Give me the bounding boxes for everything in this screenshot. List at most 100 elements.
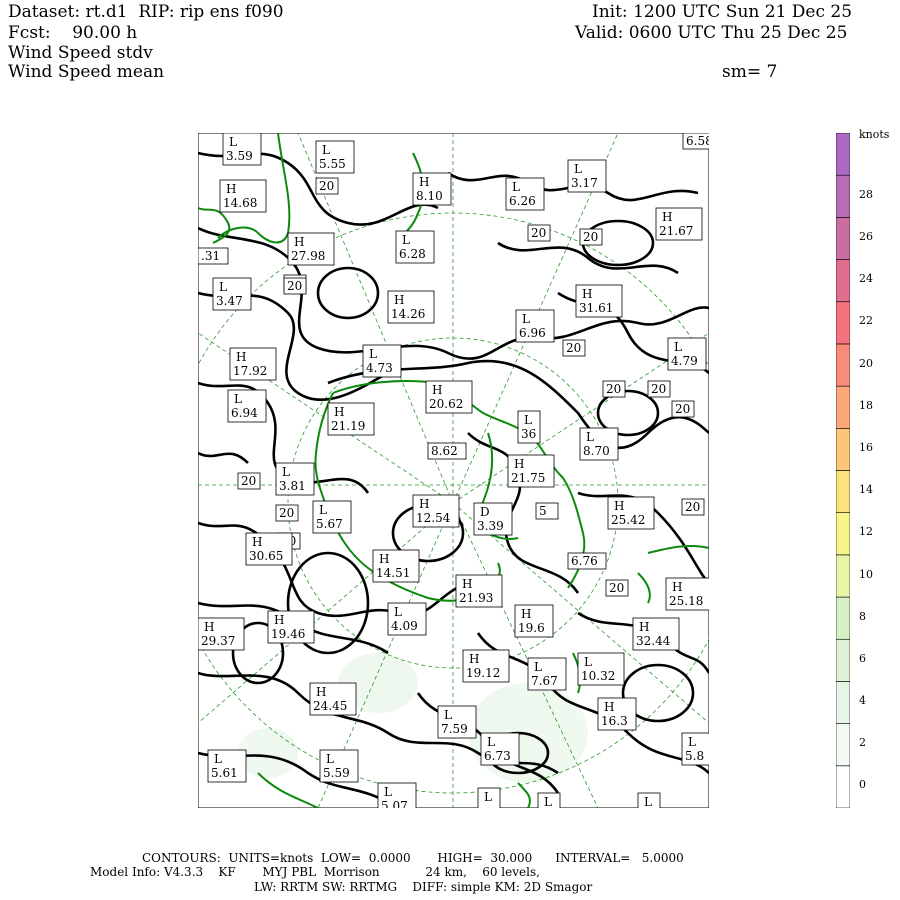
low-center-label: L6.96 [515, 309, 555, 343]
colorbar-swatch [836, 133, 850, 176]
high-center-label: H27.98 [287, 232, 335, 266]
center-type-letter: H [394, 293, 404, 307]
center-type-letter: L [644, 795, 652, 808]
colorbar-swatch [836, 301, 850, 345]
colorbar-tick-label: 26 [859, 230, 873, 244]
colorbar-tick-label: 2 [859, 736, 866, 750]
low-center-label: L5.61 [207, 749, 247, 783]
colorbar-tick-label: 4 [859, 694, 866, 708]
contour-value-label: 20 [579, 228, 603, 246]
contour-value-label: 20 [647, 380, 671, 398]
contour-value-label: 20 [681, 498, 705, 516]
center-value-text: 20 [566, 341, 581, 355]
center-value-text: 21.75 [511, 471, 545, 485]
center-value-text: 6.58 [686, 134, 709, 148]
low-center-label: L7.59 [437, 705, 477, 739]
center-value-text: .31 [201, 249, 220, 263]
center-value-text: 8.62 [431, 444, 458, 458]
center-type-letter: H [582, 287, 592, 301]
low-center-label: D3.39 [473, 502, 513, 536]
center-type-letter: H [419, 497, 429, 511]
contour-value-label: 20 [602, 380, 626, 398]
colorbar-swatch [836, 217, 850, 260]
center-type-letter: L [544, 795, 552, 808]
center-type-letter: L [584, 655, 592, 669]
center-type-letter: H [294, 235, 304, 249]
center-type-letter: L [688, 735, 696, 749]
center-type-letter: L [534, 660, 542, 674]
smoothing-label: sm= 7 [722, 62, 778, 82]
center-value-text: 8.10 [416, 189, 443, 203]
contour-value-label: .31 [198, 247, 229, 265]
center-value-text: 29.37 [201, 634, 235, 648]
center-value-text: 20 [651, 382, 666, 396]
center-value-text: 3.17 [571, 176, 598, 190]
center-value-text: 5.67 [316, 517, 343, 531]
low-center-label: L6.73 [480, 732, 520, 766]
low-center-label: L5.8 [681, 732, 709, 766]
center-type-letter: L [326, 752, 334, 766]
high-center-label: H14.26 [387, 290, 435, 324]
colorbar-unit-label: knots [859, 128, 890, 141]
high-center-label: H14.68 [219, 179, 267, 213]
center-value-text: 3.59 [226, 149, 253, 163]
low-center-label: L3.81 [275, 462, 315, 496]
center-value-text: 27.98 [291, 249, 325, 263]
high-center-label: H17.92 [229, 347, 277, 381]
center-type-letter: L [369, 347, 377, 361]
colorbar-tick-label: 18 [859, 398, 873, 412]
high-center-label: H21.67 [655, 207, 703, 241]
low-center-label: L3.47 [212, 277, 252, 311]
colorbar-swatch [836, 512, 850, 556]
colorbar-swatch [836, 723, 850, 767]
high-center-label: H21.75 [507, 454, 555, 488]
center-type-letter: H [432, 383, 442, 397]
colorbar-tick-label: 28 [859, 187, 873, 201]
center-type-letter: L [574, 162, 582, 176]
colorbar-swatch [836, 554, 850, 598]
center-value-text: 6.94 [231, 406, 258, 420]
center-value-text: 31.61 [579, 301, 613, 315]
center-value-text: 7.67 [531, 674, 558, 688]
physics-info-line: LW: RRTM SW: RRTMG DIFF: simple KM: 2D S… [254, 880, 593, 894]
center-type-letter: H [274, 613, 284, 627]
high-center-label: H8.10 [412, 172, 452, 206]
contour-value-label: 20 [671, 400, 695, 418]
colorbar-tick-label: 8 [859, 609, 866, 623]
center-value-text: 6.26 [509, 194, 536, 208]
colorbar-tick-label: 6 [859, 651, 866, 665]
high-center-label: H31.61 [575, 284, 623, 318]
center-type-letter: H [462, 577, 472, 591]
center-type-letter: L [402, 233, 410, 247]
high-center-label: H24.45 [309, 682, 357, 716]
contour-value-label: 6.58 [682, 133, 709, 150]
center-type-letter: L [394, 605, 402, 619]
center-value-text: 7.59 [441, 722, 468, 736]
center-type-letter: L [319, 503, 327, 517]
low-center-label: L6.28 [395, 230, 435, 264]
center-type-letter: H [514, 457, 524, 471]
low-center-label: L5.55 [315, 140, 355, 174]
low-center-label: L4.09 [387, 602, 427, 636]
center-value-text: 6.96 [519, 326, 546, 340]
center-value-text: 3.81 [279, 479, 306, 493]
center-value-text: 21.19 [331, 419, 365, 433]
center-value-text: 6.28 [399, 247, 426, 261]
low-center-label: L10.32 [577, 652, 625, 686]
contour-value-label: 5 [535, 502, 559, 520]
center-type-letter: L [487, 735, 495, 749]
low-center-label: L6.26 [505, 177, 545, 211]
low-center-label: L [637, 792, 661, 808]
center-type-letter: H [334, 405, 344, 419]
center-value-text: 20 [241, 474, 256, 488]
center-value-text: 5.07 [381, 799, 408, 808]
high-center-label: H16.3 [597, 697, 637, 731]
center-value-text: 14.51 [376, 566, 410, 580]
colorbar-swatch [836, 428, 850, 471]
colorbar-swatch [836, 259, 850, 303]
colorbar-tick-label: 12 [859, 525, 873, 539]
contour-value-label: 20 [283, 277, 307, 295]
center-type-letter: H [521, 607, 531, 621]
center-value-text: 6.76 [571, 554, 598, 568]
low-center-label: L [477, 787, 501, 808]
